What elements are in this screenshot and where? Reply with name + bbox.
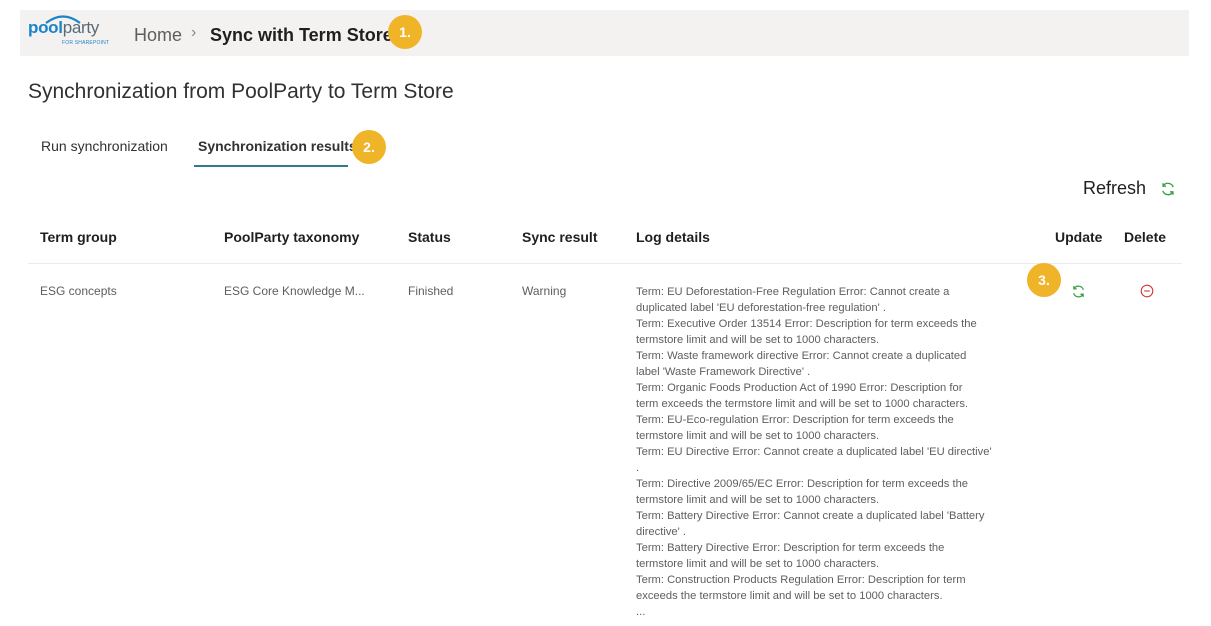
log-line: Term: Waste framework directive Error: C… <box>636 350 967 362</box>
breadcrumb-current: Sync with Term Store <box>210 25 393 45</box>
breadcrumb-home[interactable]: Home <box>134 25 182 46</box>
log-line: label 'Waste Framework Directive' . <box>636 366 811 378</box>
cell-term-group: ESG concepts <box>40 284 117 298</box>
page-title: Synchronization from PoolParty to Term S… <box>28 80 454 103</box>
log-line: . <box>636 462 640 474</box>
remove-circle-icon[interactable] <box>1140 284 1154 298</box>
column-header-delete: Delete <box>1124 229 1167 245</box>
log-line: termstore limit and will be set to 1000 … <box>636 558 880 570</box>
column-header-status[interactable]: Status <box>408 229 451 245</box>
breadcrumb-separator: › <box>191 24 197 41</box>
column-header-update: Update <box>1055 229 1103 245</box>
log-line: Term: Directive 2009/65/EC Error: Descri… <box>636 478 969 490</box>
refresh-label: Refresh <box>1083 178 1147 198</box>
log-line: Term: EU Deforestation-Free Regulation E… <box>636 286 950 298</box>
cell-sync-result: Warning <box>522 284 567 298</box>
poolparty-logo[interactable]: poolparty FOR SHAREPOINT <box>28 14 110 52</box>
callout-badge-1: 1. <box>388 15 422 49</box>
log-line: Term: Executive Order 13514 Error: Descr… <box>636 318 977 330</box>
log-line: Term: EU Directive Error: Cannot create … <box>636 446 992 458</box>
log-line: ... <box>636 606 646 618</box>
sync-icon <box>1162 182 1174 195</box>
log-line: Term: Organic Foods Production Act of 19… <box>636 382 963 394</box>
callout-badge-2: 2. <box>352 130 386 164</box>
cell-log-details: Term: EU Deforestation-Free Regulation E… <box>636 284 1014 620</box>
logo-wordmark: poolparty <box>28 18 99 38</box>
log-line: termstore limit and will be set to 1000 … <box>636 334 880 346</box>
log-line: termstore limit and will be set to 1000 … <box>636 430 880 442</box>
cell-status: Finished <box>408 284 454 298</box>
header-divider <box>28 263 1182 264</box>
log-line: exceeds the termstore limit and will be … <box>636 590 943 602</box>
column-header-log-details[interactable]: Log details <box>636 229 710 245</box>
top-bar: poolparty FOR SHAREPOINT Home › Sync wit… <box>20 10 1189 56</box>
logo-subtitle: FOR SHAREPOINT <box>62 40 110 46</box>
cell-poolparty-taxonomy: ESG Core Knowledge M... <box>224 284 364 298</box>
update-sync-icon[interactable] <box>1071 284 1086 299</box>
log-line: term exceeds the termstore limit and wil… <box>636 398 969 410</box>
column-header-poolparty-taxonomy[interactable]: PoolParty taxonomy <box>224 229 359 245</box>
refresh-button[interactable]: Refresh <box>1083 178 1176 199</box>
log-line: termstore limit and will be set to 1000 … <box>636 494 880 506</box>
log-line: Term: Battery Directive Error: Cannot cr… <box>636 510 985 522</box>
tab-run-synchronization[interactable]: Run synchronization <box>41 138 168 154</box>
logo-pool: pool <box>28 18 63 37</box>
callout-badge-3: 3. <box>1027 263 1061 297</box>
log-line: Term: Battery Directive Error: Descripti… <box>636 542 945 554</box>
active-tab-indicator <box>194 165 348 167</box>
log-line: duplicated label 'EU deforestation-free … <box>636 302 886 314</box>
tab-synchronization-results[interactable]: Synchronization results <box>198 138 357 154</box>
column-header-sync-result[interactable]: Sync result <box>522 229 597 245</box>
logo-party: party <box>62 18 100 37</box>
log-line: Term: EU-Eco-regulation Error: Descripti… <box>636 414 954 426</box>
log-line: Term: Construction Products Regulation E… <box>636 574 966 586</box>
log-line: directive' . <box>636 526 687 538</box>
column-header-term-group[interactable]: Term group <box>40 229 117 245</box>
